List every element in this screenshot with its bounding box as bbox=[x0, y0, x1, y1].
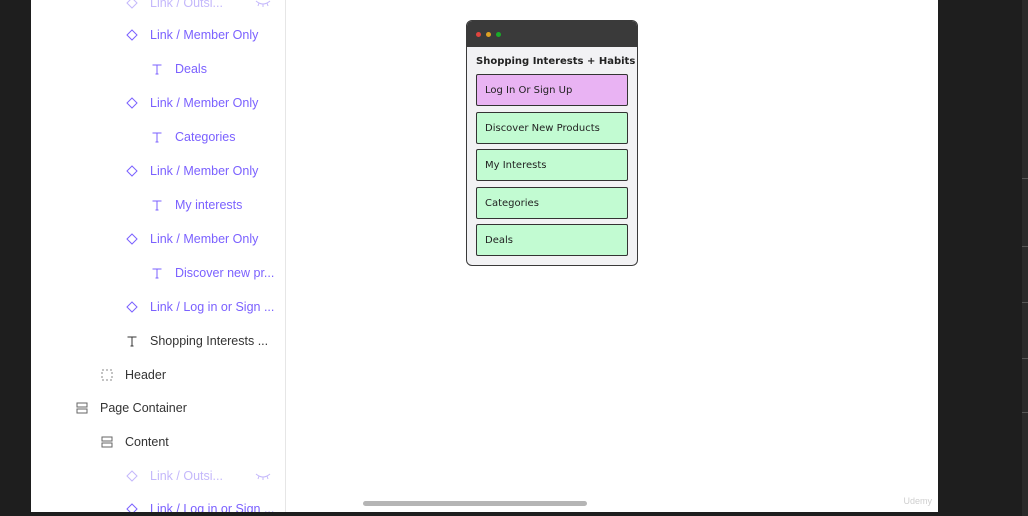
layer-label: Link / Outsi... bbox=[150, 0, 223, 10]
layer-row[interactable]: Link / Member Only bbox=[125, 159, 285, 183]
mockup-button[interactable]: Deals bbox=[476, 224, 628, 256]
layer-row[interactable]: Link / Log in or Sign ... bbox=[125, 295, 285, 319]
diamond-icon bbox=[125, 96, 139, 110]
layer-label: Link / Log in or Sign ... bbox=[150, 300, 275, 314]
mockup-button[interactable]: Log In Or Sign Up bbox=[476, 74, 628, 106]
layer-row[interactable]: Page Container bbox=[75, 396, 285, 420]
layer-label: Link / Member Only bbox=[150, 232, 259, 246]
layer-row[interactable]: Link / Outsi... bbox=[125, 0, 285, 15]
layer-row[interactable]: Link / Member Only bbox=[125, 91, 285, 115]
layer-label: Link / Member Only bbox=[150, 96, 259, 110]
wireframe-mockup[interactable]: Shopping Interests + Habits Log In Or Si… bbox=[466, 20, 638, 266]
text-icon bbox=[150, 266, 164, 280]
layers-panel: Link / Outsi... Link / Member Only Deals Li… bbox=[31, 0, 286, 512]
diamond-icon bbox=[125, 28, 139, 42]
window-maximize-dot bbox=[496, 31, 501, 37]
layer-row[interactable]: Discover new pr... bbox=[150, 261, 285, 285]
layer-label: Deals bbox=[175, 62, 207, 76]
layer-label: My interests bbox=[175, 198, 243, 212]
hidden-eye-icon[interactable] bbox=[255, 470, 271, 484]
layer-row[interactable]: Header bbox=[100, 363, 285, 387]
diamond-icon bbox=[125, 300, 139, 314]
layer-label: Discover new pr... bbox=[175, 266, 275, 280]
layer-label: Link / Member Only bbox=[150, 164, 259, 178]
layer-row[interactable]: Categories bbox=[150, 125, 285, 149]
mockup-button[interactable]: Discover New Products bbox=[476, 112, 628, 144]
layer-row[interactable]: Link / Member Only bbox=[125, 23, 285, 47]
mockup-heading: Shopping Interests + Habits bbox=[476, 56, 636, 67]
horizontal-scrollbar[interactable] bbox=[363, 501, 587, 506]
mockup-button[interactable]: Categories bbox=[476, 187, 628, 219]
layer-label: Link / Log in or Sign ... bbox=[150, 502, 275, 512]
mockup-title-bar bbox=[467, 21, 637, 47]
diamond-icon bbox=[125, 0, 139, 10]
stack-icon bbox=[75, 401, 89, 415]
layer-row[interactable]: Deals bbox=[150, 57, 285, 81]
window-close-dot bbox=[476, 31, 481, 37]
layer-row[interactable]: Link / Outsi... bbox=[125, 464, 285, 488]
diamond-icon bbox=[125, 232, 139, 246]
diamond-icon bbox=[125, 164, 139, 178]
stack-icon bbox=[100, 435, 114, 449]
layer-label: Content bbox=[125, 435, 169, 449]
diamond-icon bbox=[125, 502, 139, 512]
layer-label: Link / Member Only bbox=[150, 28, 259, 42]
udemy-watermark: Udemy bbox=[903, 496, 932, 506]
layer-label: Link / Outsi... bbox=[150, 469, 223, 483]
window-minimize-dot bbox=[486, 31, 491, 37]
diamond-icon bbox=[125, 469, 139, 483]
design-canvas[interactable]: Shopping Interests + Habits Log In Or Si… bbox=[286, 0, 938, 512]
text-icon bbox=[150, 62, 164, 76]
mockup-button[interactable]: My Interests bbox=[476, 149, 628, 181]
layer-row[interactable]: Link / Log in or Sign ... bbox=[125, 497, 285, 512]
right-edge-panel bbox=[1022, 0, 1028, 516]
layer-label: Shopping Interests ... bbox=[150, 334, 269, 348]
layer-row[interactable]: Link / Member Only bbox=[125, 227, 285, 251]
frame-dashed-icon bbox=[100, 368, 114, 382]
text-icon bbox=[150, 130, 164, 144]
layer-label: Page Container bbox=[100, 401, 187, 415]
layer-row[interactable]: My interests bbox=[150, 193, 285, 217]
editor-window: Link / Outsi... Link / Member Only Deals Li… bbox=[31, 0, 938, 512]
text-icon bbox=[150, 198, 164, 212]
layer-label: Categories bbox=[175, 130, 236, 144]
layer-row[interactable]: Shopping Interests ... bbox=[125, 329, 285, 353]
layer-row[interactable]: Content bbox=[100, 430, 285, 454]
hidden-eye-icon[interactable] bbox=[255, 0, 271, 11]
text-icon bbox=[125, 334, 139, 348]
layer-label: Header bbox=[125, 368, 166, 382]
